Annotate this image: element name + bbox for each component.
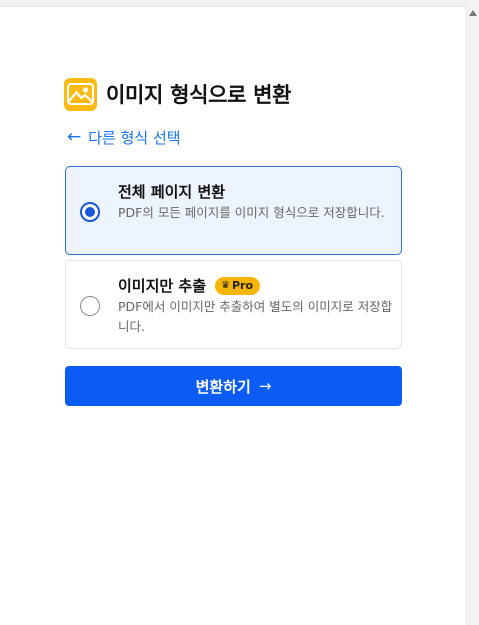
- back-link-label: 다른 형식 선택: [88, 128, 181, 147]
- pro-badge-label: Pro: [232, 279, 254, 292]
- panel-header: 이미지 형식으로 변환: [64, 77, 292, 111]
- option-title: 이미지만 추출 ♛ Pro: [118, 275, 261, 296]
- option-convert-all-pages[interactable]: 전체 페이지 변환 PDF의 모든 페이지를 이미지 형식으로 저장합니다.: [65, 166, 402, 255]
- convert-panel: 이미지 형식으로 변환 ← 다른 형식 선택 전체 페이지 변환 PDF의 모든…: [0, 6, 466, 625]
- arrow-right-icon: →: [258, 377, 272, 395]
- option-title-label: 이미지만 추출: [118, 277, 207, 295]
- convert-button[interactable]: 변환하기 →: [65, 366, 402, 406]
- radio-extract-images[interactable]: [80, 296, 100, 316]
- vertical-scrollbar[interactable]: [466, 0, 479, 625]
- scroll-up-icon[interactable]: [469, 10, 477, 16]
- page-title: 이미지 형식으로 변환: [106, 83, 292, 107]
- option-title-label: 전체 페이지 변환: [118, 183, 226, 201]
- crown-icon: ♛: [221, 280, 230, 291]
- convert-button-label: 변환하기: [195, 377, 251, 396]
- option-description: PDF의 모든 페이지를 이미지 형식으로 저장합니다.: [118, 205, 385, 220]
- option-extract-images[interactable]: 이미지만 추출 ♛ Pro PDF에서 이미지만 추출하여 별도의 이미지로 저…: [65, 260, 402, 349]
- option-title: 전체 페이지 변환: [118, 181, 225, 202]
- image-icon: [64, 77, 97, 111]
- option-description: PDF에서 이미지만 추출하여 별도의 이미지로 저장합니다.: [118, 299, 393, 334]
- radio-convert-all-pages[interactable]: [80, 202, 100, 222]
- pro-badge: ♛ Pro: [215, 276, 261, 295]
- arrow-left-icon: ←: [67, 126, 82, 147]
- back-to-formats-link[interactable]: ← 다른 형식 선택: [67, 126, 181, 148]
